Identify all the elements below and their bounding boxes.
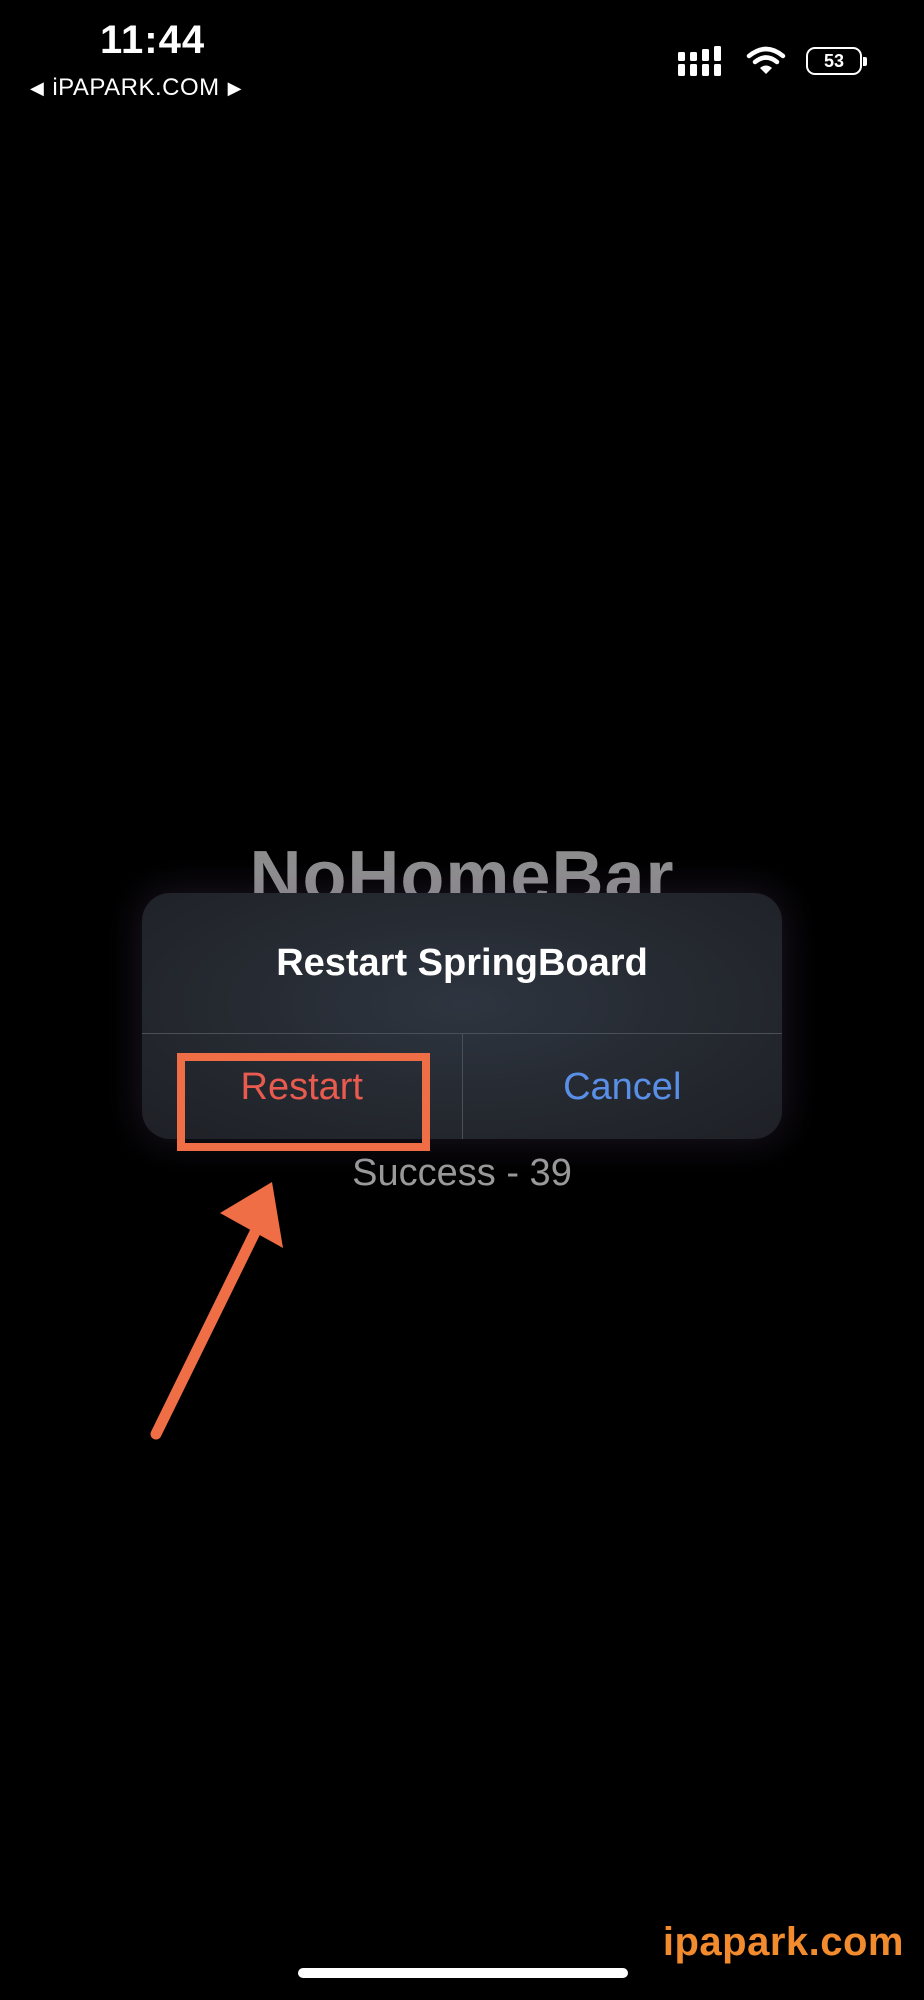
status-carrier[interactable]: ◀ iPAPARK.COM ▶ [30,74,242,102]
battery-level: 53 [823,50,845,71]
carrier-label: iPAPARK.COM [52,74,220,101]
wifi-icon [746,46,786,74]
home-indicator[interactable] [298,1968,628,1978]
status-icons: 53 [678,46,867,76]
restart-alert: Restart SpringBoard Restart Cancel [142,893,782,1139]
battery-icon: 53 [806,47,867,75]
cancel-button[interactable]: Cancel [461,1034,783,1139]
restart-button[interactable]: Restart [142,1034,462,1139]
app-status-text: Success - 39 [352,1152,572,1194]
cellular-signal-icon [678,46,721,76]
watermark: ipapark.com [662,1920,904,1964]
alert-button-row: Restart Cancel [142,1033,782,1139]
alert-title: Restart SpringBoard [276,941,648,984]
forward-arrow-icon: ▶ [227,77,242,98]
status-time: 11:44 [100,18,206,62]
back-arrow-icon: ◀ [30,77,45,98]
